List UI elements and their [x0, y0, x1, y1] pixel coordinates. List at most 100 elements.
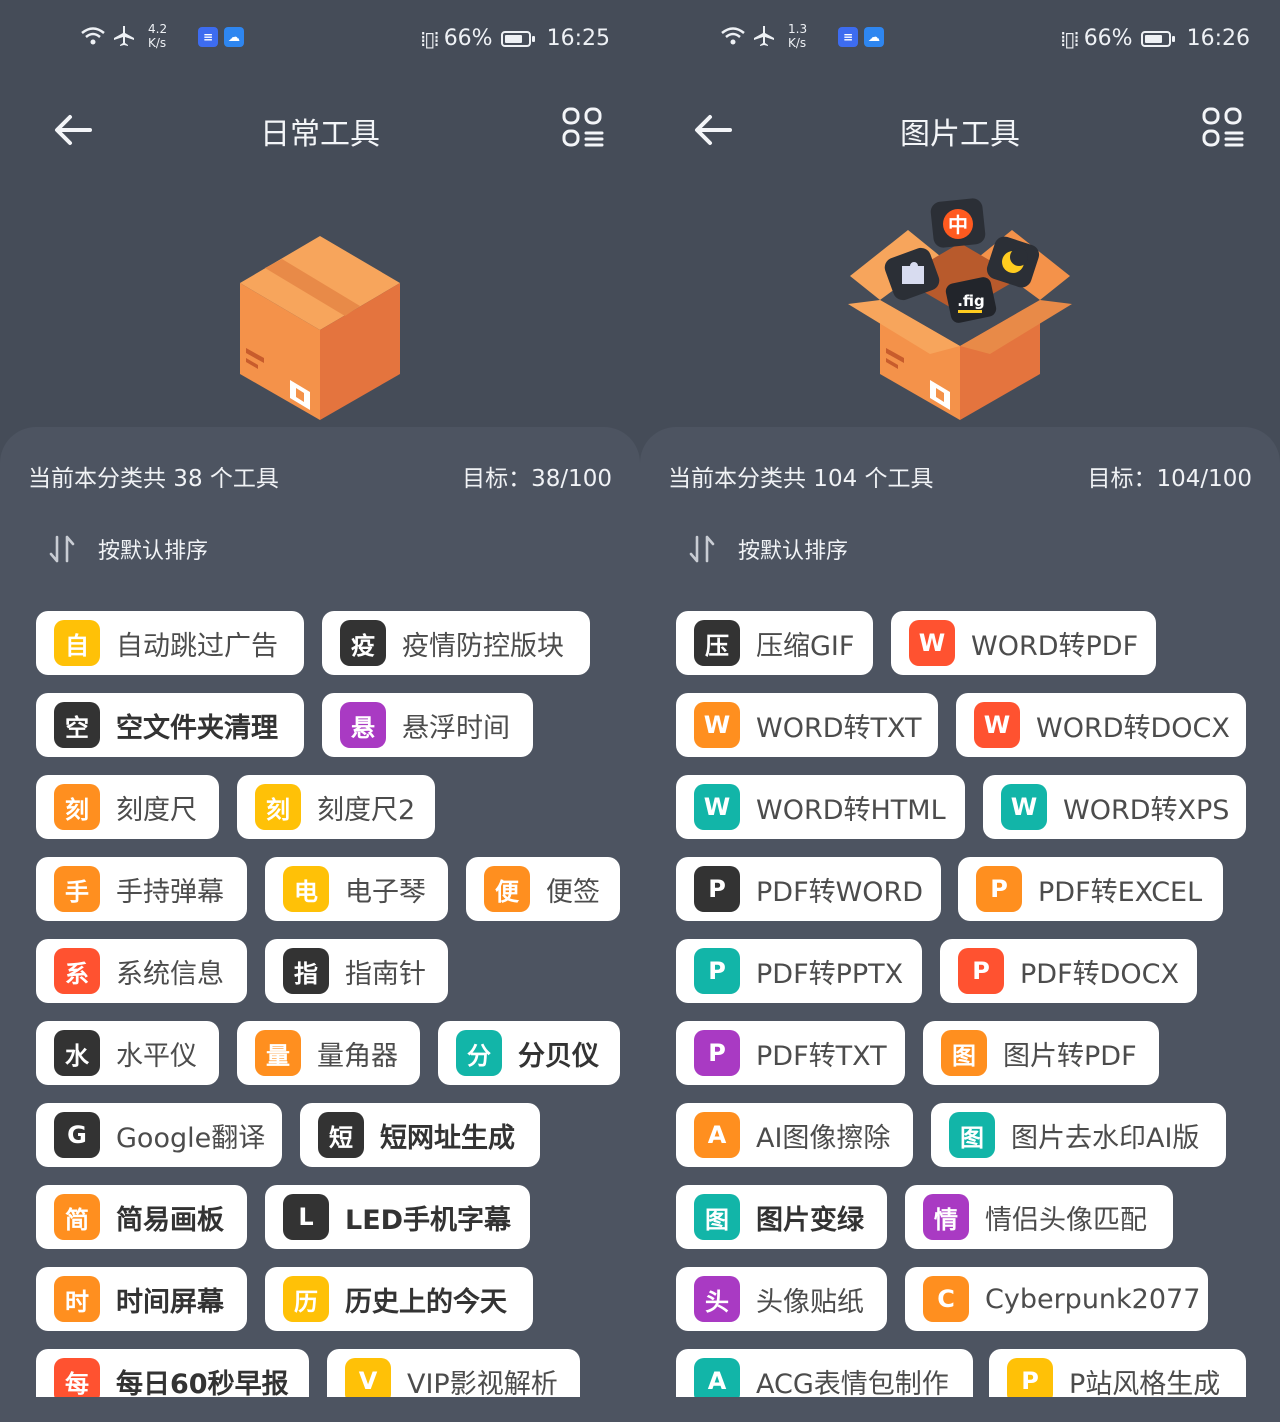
tool-chip[interactable]: P P站风格生成 — [989, 1349, 1246, 1397]
tool-badge-icon: W — [909, 620, 955, 666]
tool-badge-icon: 便 — [484, 866, 530, 912]
tool-label: 图片转PDF — [1003, 1040, 1137, 1072]
tool-chip[interactable]: P PDF转TXT — [676, 1021, 905, 1085]
tool-label: WORD转PDF — [971, 630, 1139, 662]
tool-chip[interactable]: W WORD转XPS — [983, 775, 1246, 839]
tool-chip[interactable]: P PDF转WORD — [676, 857, 941, 921]
tool-badge-icon: 手 — [54, 866, 100, 912]
tool-chip[interactable]: 刻刻度尺2 — [237, 775, 435, 839]
svg-text:.fig: .fig — [957, 292, 985, 310]
tool-chip[interactable]: 刻刻度尺 — [36, 775, 219, 839]
translate-app-icon: 中 — [930, 198, 986, 248]
tool-chip[interactable]: A ACG表情包制作 — [676, 1349, 973, 1397]
tool-chip[interactable]: 分分贝仪 — [438, 1021, 620, 1085]
tool-badge-icon: C — [923, 1276, 969, 1322]
app-notification-icon: ≡ — [198, 27, 218, 47]
tool-chip[interactable]: 头头像贴纸 — [676, 1267, 887, 1331]
tool-chip-list: 自自动跳过广告疫疫情防控版块空空文件夹清理悬悬浮时间刻刻度尺刻刻度尺2 手手持弹幕… — [0, 427, 640, 1397]
tool-chip[interactable]: C Cyberpunk2077 — [905, 1267, 1208, 1331]
tool-label: 简易画板 — [116, 1204, 224, 1236]
network-speed: 1.3 K/s — [788, 22, 807, 50]
tool-badge-icon: 每 — [54, 1358, 100, 1397]
battery-percent: 66% — [443, 26, 493, 51]
tool-label: WORD转XPS — [1063, 794, 1230, 826]
tool-badge-icon: W — [694, 784, 740, 830]
clock: 16:26 — [1186, 26, 1250, 51]
tool-badge-icon: P — [694, 1030, 740, 1076]
tool-chip[interactable]: G Google翻译 — [36, 1103, 282, 1167]
tool-chip[interactable]: 便便签 — [466, 857, 620, 921]
tool-chip[interactable]: W WORD转DOCX — [956, 693, 1246, 757]
tool-chip[interactable]: P PDF转DOCX — [940, 939, 1197, 1003]
grid-view-icon[interactable] — [1202, 107, 1244, 149]
tool-badge-icon: W — [974, 702, 1020, 748]
tool-chip[interactable]: P PDF转PPTX — [676, 939, 922, 1003]
tool-label: 悬浮时间 — [402, 712, 510, 744]
tool-badge-icon: 情 — [923, 1194, 969, 1240]
tool-badge-icon: 时 — [54, 1276, 100, 1322]
clock: 16:25 — [546, 26, 610, 51]
app-notification-icon: ≡ — [838, 27, 858, 47]
tool-label: 量角器 — [317, 1040, 398, 1072]
tool-label: 便签 — [546, 876, 600, 908]
box-illustration — [0, 188, 640, 428]
tool-label: 图片去水印AI版 — [1011, 1122, 1200, 1154]
tool-chip[interactable]: L LED手机字幕 — [265, 1185, 530, 1249]
tool-chip[interactable]: 手手持弹幕 — [36, 857, 247, 921]
tool-badge-icon: G — [54, 1112, 100, 1158]
image-tools-screen: 1.3 K/s ≡ ☁ ⁞▯⁞ 66% 16:26 图片工具 中 .fig 当前… — [640, 0, 1280, 1422]
tool-label: 空文件夹清理 — [116, 712, 278, 744]
tool-chip[interactable]: 量量角器 — [237, 1021, 420, 1085]
tool-chip[interactable]: 自自动跳过广告 — [36, 611, 304, 675]
tool-chip[interactable]: W WORD转HTML — [676, 775, 965, 839]
tool-chip[interactable]: W WORD转PDF — [891, 611, 1156, 675]
tool-label: AI图像擦除 — [756, 1122, 891, 1154]
tool-badge-icon: P — [976, 866, 1022, 912]
battery-icon — [1140, 30, 1175, 47]
tool-label: 图片变绿 — [756, 1204, 864, 1236]
tool-badge-icon: 短 — [318, 1112, 364, 1158]
tool-chip[interactable]: 短短网址生成 — [300, 1103, 540, 1167]
network-speed-unit: K/s — [148, 36, 167, 50]
tool-chip[interactable]: 指指南针 — [265, 939, 448, 1003]
tool-chip[interactable]: 历历史上的今天 — [265, 1267, 533, 1331]
tool-chip[interactable]: 悬悬浮时间 — [322, 693, 533, 757]
tool-chip[interactable]: A AI图像擦除 — [676, 1103, 913, 1167]
tool-chip[interactable]: 系系统信息 — [36, 939, 247, 1003]
tool-label: ACG表情包制作 — [756, 1368, 949, 1398]
tool-chip[interactable]: 情情侣头像匹配 — [905, 1185, 1173, 1249]
tool-chip[interactable]: 水水平仪 — [36, 1021, 219, 1085]
tool-chip[interactable]: 电电子琴 — [265, 857, 448, 921]
tool-badge-icon: 刻 — [54, 784, 100, 830]
tool-chip[interactable]: V VIP影视解析 — [327, 1349, 580, 1397]
grid-view-icon[interactable] — [562, 107, 604, 149]
tool-badge-icon: 电 — [283, 866, 329, 912]
tool-badge-icon: 图 — [694, 1194, 740, 1240]
tool-badge-icon: 疫 — [340, 620, 386, 666]
tool-label: WORD转HTML — [756, 794, 946, 826]
tool-chip[interactable]: 图图片去水印AI版 — [931, 1103, 1226, 1167]
title-bar: 日常工具 — [0, 95, 640, 165]
tool-chip[interactable]: 图图片变绿 — [676, 1185, 887, 1249]
tool-chip[interactable]: P PDF转EXCEL — [958, 857, 1223, 921]
page-title: 图片工具 — [900, 117, 1020, 152]
tool-chip[interactable]: 空空文件夹清理 — [36, 693, 304, 757]
tool-chip[interactable]: 时时间屏幕 — [36, 1267, 247, 1331]
tool-chip[interactable]: 疫疫情防控版块 — [322, 611, 590, 675]
battery-icon — [500, 30, 535, 47]
tool-chip[interactable]: W WORD转TXT — [676, 693, 938, 757]
tool-badge-icon: 刻 — [255, 784, 301, 830]
tool-chip[interactable]: 图图片转PDF — [923, 1021, 1159, 1085]
tool-badge-icon: P — [694, 866, 740, 912]
title-bar: 图片工具 — [640, 95, 1280, 165]
airplane-mode-icon — [752, 24, 776, 48]
tool-badge-icon: 自 — [54, 620, 100, 666]
tool-chip[interactable]: 每每日60秒早报 — [36, 1349, 309, 1397]
tool-chip[interactable]: 简简易画板 — [36, 1185, 247, 1249]
tool-label: 历史上的今天 — [345, 1286, 507, 1318]
tool-chip[interactable]: 压压缩GIF — [676, 611, 873, 675]
tool-label: LED手机字幕 — [345, 1204, 512, 1236]
tool-label: 手持弹幕 — [116, 876, 224, 908]
tool-badge-icon: P — [1007, 1358, 1053, 1397]
tool-label: 刻度尺2 — [317, 794, 416, 826]
